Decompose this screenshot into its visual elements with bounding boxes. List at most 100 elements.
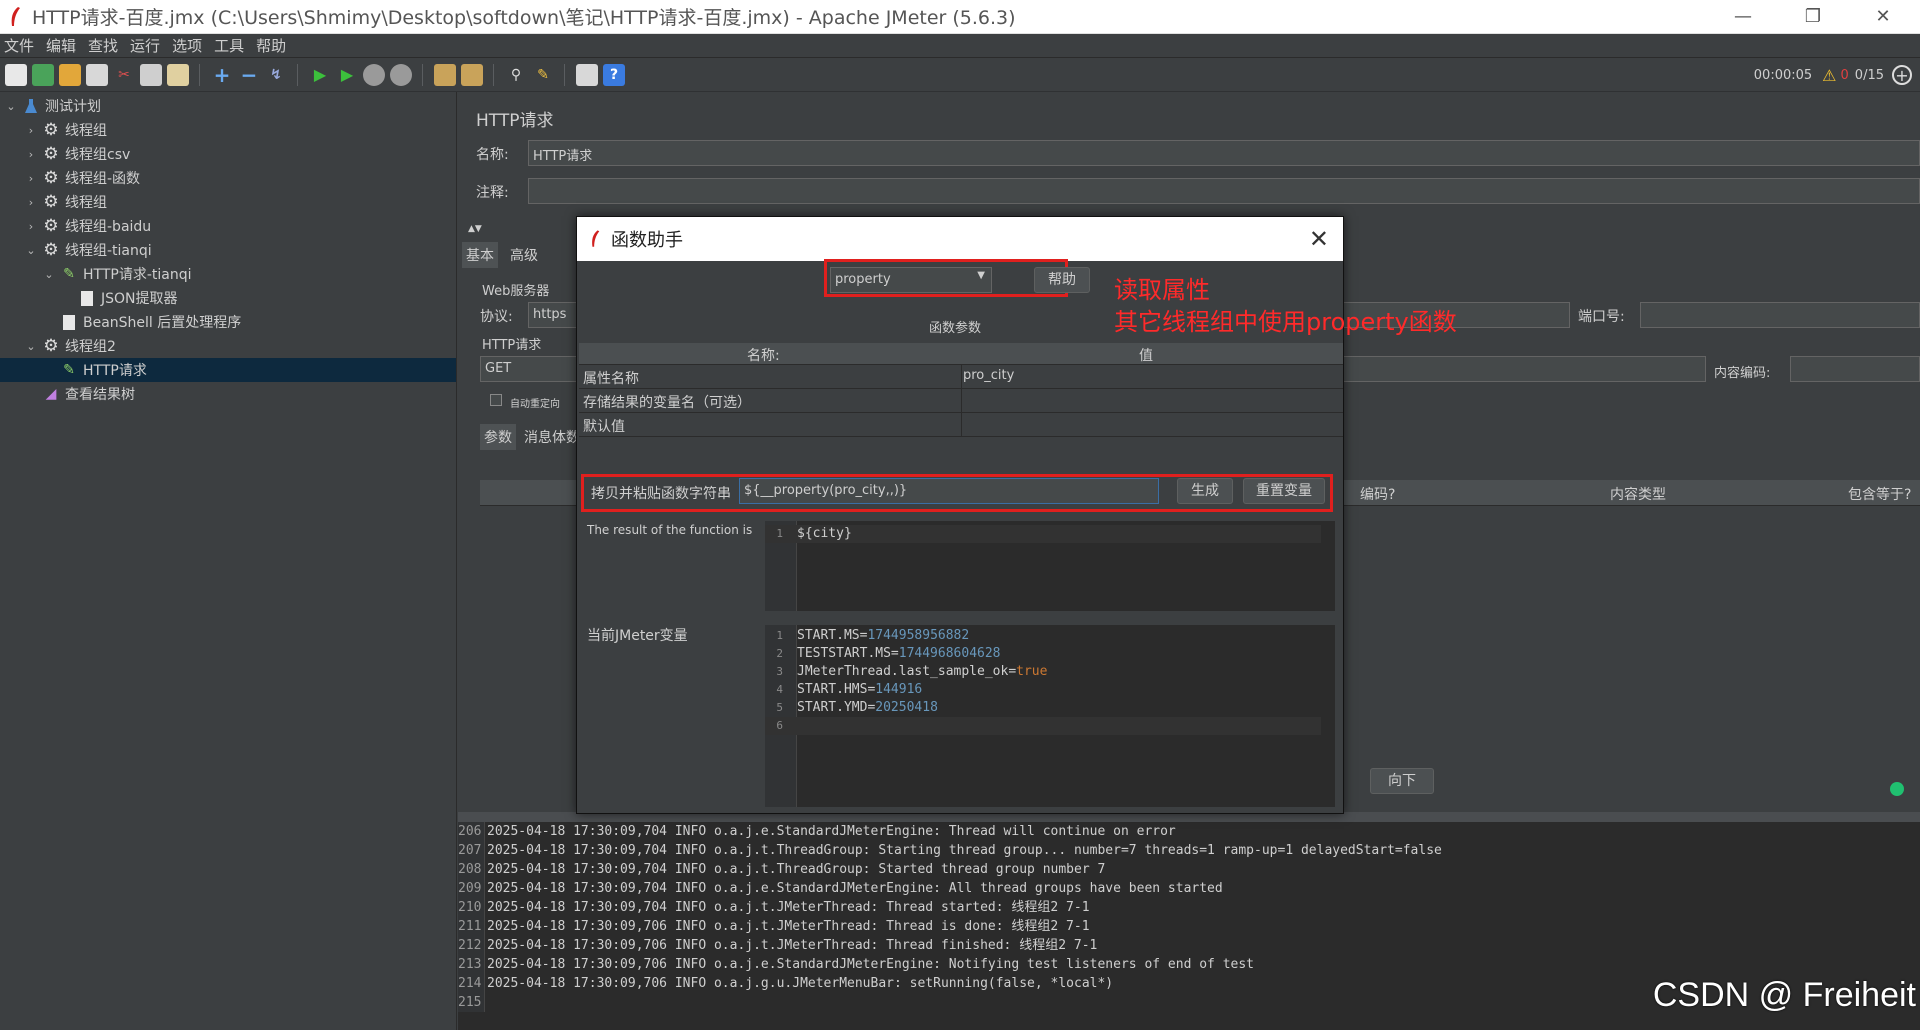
function-select[interactable]: property ▼ [830,267,992,293]
reset-variables-button[interactable]: 重置变量 [1243,478,1325,504]
tree-toggle[interactable]: › [24,196,38,209]
menu-file[interactable]: 文件 [0,35,42,56]
comment-input[interactable] [528,178,1920,204]
tree-toggle[interactable]: ⌄ [24,340,38,353]
shutdown-icon[interactable] [390,63,412,86]
menu-run[interactable]: 运行 [126,35,168,56]
params-header: 名称: 值 [579,343,1343,365]
comment-label: 注释: [476,185,509,201]
tree-toggle[interactable]: ⌄ [24,244,38,257]
tab-basic[interactable]: 基本 [462,242,498,268]
log-line: 212 2025-04-18 17:30:09,706 INFO o.a.j.t.… [458,936,1098,955]
editor-line: 1 ${city} [765,525,1321,543]
copy-string-label: 拷贝并粘贴函数字符串 [591,486,731,502]
log-line: 213 2025-04-18 17:30:09,706 INFO o.a.j.e.… [458,955,1255,974]
tab-advanced[interactable]: 高级 [506,242,542,268]
protocol-input[interactable]: https [528,302,578,328]
new-icon[interactable] [5,63,27,86]
content-encoding-input[interactable] [1790,356,1920,382]
remote-icon[interactable]: + [1892,65,1912,85]
help-icon[interactable]: ? [603,63,625,86]
tree-toggle[interactable]: › [24,172,38,185]
maximize-button[interactable]: ❐ [1790,0,1836,34]
log-line: 206 2025-04-18 17:30:09,704 INFO o.a.j.e.… [458,822,1176,841]
content-encoding-label: 内容编码: [1714,366,1771,381]
port-input[interactable] [1640,302,1920,328]
menu-options[interactable]: 选项 [168,35,210,56]
start-icon[interactable]: ▶ [309,64,331,86]
tree-toggle[interactable]: › [24,124,38,137]
tree-node-view-results-tree[interactable]: ◢ 查看结果树 [24,382,135,406]
tree-label: JSON提取器 [101,291,178,307]
result-editor[interactable]: 1 ${city} [765,521,1335,611]
tree-node-http-tianqi[interactable]: ⌄ ✎ HTTP请求-tianqi [42,262,191,286]
minimize-button[interactable]: — [1720,0,1766,34]
menu-help[interactable]: 帮助 [252,35,294,56]
tree-toggle[interactable]: ⌄ [42,268,56,281]
jmeter-vars-editor[interactable]: 1 START.MS=1744958956882 2 TESTSTART.MS=17… [765,625,1335,807]
tab-parameters[interactable]: 参数 [480,424,516,450]
annotation-use-property: 其它线程组中使用property函数 [1114,308,1457,336]
method-select[interactable]: GET [480,356,580,382]
move-down-button[interactable]: 向下 [1370,768,1434,794]
tree-label: 查看结果树 [65,387,135,403]
col-encode: 编码? [1360,487,1396,503]
window-title: HTTP请求-百度.jmx (C:\Users\Shmimy\Desktop\s… [32,7,1016,29]
function-helper-icon[interactable] [576,63,598,86]
dialog-close-button[interactable]: ✕ [1309,225,1329,253]
expand-icon[interactable]: + [211,63,233,87]
cut-icon[interactable]: ✂ [113,64,135,86]
split-arrows[interactable]: ▲▼ [468,224,482,234]
tree-label: 线程组-baidu [65,219,152,235]
tree-toggle[interactable]: › [24,220,38,233]
tree-node-thread-group[interactable]: › ⚙ 线程组 [24,118,107,142]
tree-label: HTTP请求 [83,363,147,379]
tree-node-thread-group-csv[interactable]: › ⚙ 线程组csv [24,142,130,166]
name-input[interactable]: HTTP请求 [528,140,1920,166]
menu-search[interactable]: 查找 [84,35,126,56]
auto-redirect-label: 自动重定向 [510,399,560,410]
menu-edit[interactable]: 编辑 [42,35,84,56]
reset-search-icon[interactable]: ✎ [532,64,554,86]
open-icon[interactable] [59,63,81,86]
dialog-title: 函数助手 [611,230,683,251]
warning-icon[interactable]: ⚠ [1822,66,1836,85]
generate-button[interactable]: 生成 [1177,478,1233,504]
close-window-button[interactable]: ✕ [1860,0,1906,34]
tree-label: 线程组csv [65,147,131,163]
tree-toggle[interactable]: › [24,148,38,161]
flask-icon [22,97,40,115]
tree-node-thread-group-func[interactable]: › ⚙ 线程组-函数 [24,166,140,190]
path-input[interactable] [1338,356,1706,382]
panel-title: HTTP请求 [476,111,554,131]
tree-node-http-request-selected[interactable]: ✎ HTTP请求 [0,358,456,382]
pen-icon: ✎ [63,266,75,282]
toggle-icon[interactable]: ↯ [265,64,287,86]
tree-node-thread-group2[interactable]: ⌄ ⚙ 线程组2 [24,334,116,358]
help-button[interactable]: 帮助 [1034,267,1090,293]
paste-icon[interactable] [167,63,189,86]
port-label: 端口号: [1578,309,1625,325]
copy-icon[interactable] [140,63,162,86]
tab-body-data[interactable]: 消息体数 [520,424,584,450]
auto-redirect-checkbox[interactable] [490,394,502,406]
save-icon[interactable] [86,63,108,86]
tree-node-thread-group-2[interactable]: › ⚙ 线程组 [24,190,107,214]
stop-icon[interactable] [363,63,385,86]
tree-node-test-plan[interactable]: ⌄ 测试计划 [4,94,101,118]
function-string-input[interactable]: ${__property(pro_city,,)} [739,478,1159,504]
tree-toggle[interactable]: ⌄ [4,100,18,113]
start-no-pause-icon[interactable]: ▶ [336,64,358,86]
menu-bar: 文件 编辑 查找 运行 选项 工具 帮助 [0,34,1920,58]
collapse-icon[interactable]: − [238,63,260,87]
clear-icon[interactable] [434,63,456,86]
tree-node-json-extractor[interactable]: JSON提取器 [60,286,178,310]
templates-icon[interactable] [32,63,54,86]
toolbar-separator [564,63,565,86]
menu-tools[interactable]: 工具 [210,35,252,56]
tree-node-thread-group-baidu[interactable]: › ⚙ 线程组-baidu [24,214,151,238]
tree-node-thread-group-tianqi[interactable]: ⌄ ⚙ 线程组-tianqi [24,238,151,262]
tree-node-beanshell-post[interactable]: BeanShell 后置处理程序 [42,310,241,334]
search-icon[interactable]: ⚲ [505,64,527,86]
clear-all-icon[interactable] [461,63,483,86]
